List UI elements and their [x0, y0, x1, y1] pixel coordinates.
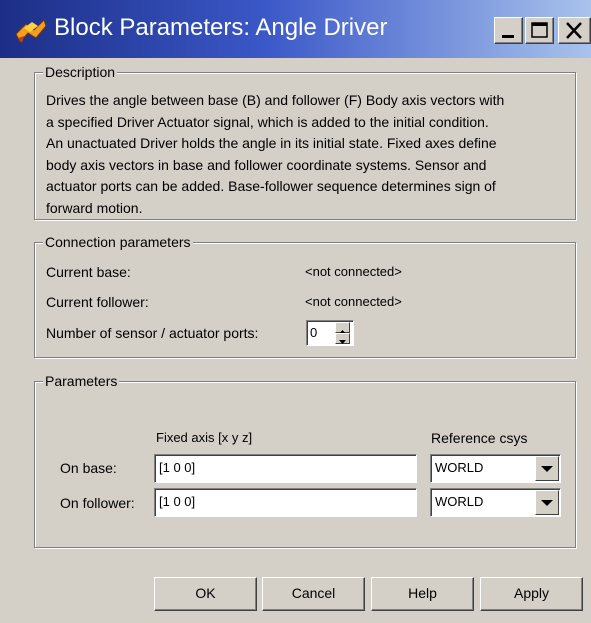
- chevron-down-icon: [541, 466, 553, 472]
- follower-csys-dropdown-button[interactable]: [535, 490, 559, 515]
- ports-stepper[interactable]: 0: [306, 320, 354, 346]
- description-line: actuator ports can be added. Base-follow…: [46, 178, 496, 195]
- reference-csys-header: Reference csys: [431, 430, 528, 446]
- follower-fixed-axis-value: [1 0 0]: [159, 494, 196, 509]
- description-group: Description Drives the angle between bas…: [34, 63, 576, 220]
- spin-down-button[interactable]: [335, 333, 350, 344]
- base-fixed-axis-value: [1 0 0]: [159, 460, 196, 475]
- chevron-down-icon: [339, 340, 346, 344]
- description-line: An unactuated Driver holds the angle in …: [46, 135, 497, 152]
- ports-label: Number of sensor / actuator ports:: [46, 325, 259, 341]
- apply-button[interactable]: Apply: [480, 577, 583, 611]
- ports-value: 0: [310, 325, 318, 340]
- on-base-label: On base:: [60, 460, 117, 476]
- fixed-axis-header: Fixed axis [x y z]: [156, 430, 253, 445]
- help-button[interactable]: Help: [371, 577, 474, 611]
- current-follower-label: Current follower:: [46, 294, 149, 310]
- description-line: Drives the angle between base (B) and fo…: [46, 92, 505, 108]
- current-base-label: Current base:: [46, 264, 131, 280]
- simulink-block-icon: [14, 16, 48, 46]
- maximize-icon: [531, 22, 548, 38]
- follower-reference-csys-select[interactable]: WORLD: [430, 488, 561, 517]
- maximize-button[interactable]: [525, 17, 554, 44]
- parameters-legend: Parameters: [43, 372, 120, 390]
- base-csys-dropdown-button[interactable]: [535, 456, 559, 481]
- cancel-button[interactable]: Cancel: [262, 577, 365, 611]
- base-reference-csys-select[interactable]: WORLD: [430, 454, 561, 483]
- on-follower-label: On follower:: [60, 495, 135, 511]
- window-title: Block Parameters: Angle Driver: [54, 14, 388, 41]
- spin-up-button[interactable]: [335, 322, 350, 334]
- close-button[interactable]: [558, 17, 591, 44]
- base-fixed-axis-input[interactable]: [1 0 0]: [154, 454, 417, 483]
- description-line: body axis vectors in base and follower c…: [46, 156, 487, 173]
- ok-button[interactable]: OK: [154, 577, 257, 611]
- base-reference-csys-value: WORLD: [435, 460, 484, 475]
- connection-parameters-group: Connection parameters Current base: <not…: [34, 233, 576, 358]
- parameters-group: Parameters Fixed axis [x y z] Reference …: [34, 372, 576, 548]
- minimize-button[interactable]: [494, 17, 523, 44]
- description-text: Drives the angle between base (B) and fo…: [46, 90, 568, 220]
- title-bar[interactable]: Block Parameters: Angle Driver: [0, 0, 591, 58]
- follower-fixed-axis-input[interactable]: [1 0 0]: [154, 488, 417, 517]
- minimize-icon: [502, 35, 514, 38]
- current-follower-value: <not connected>: [305, 294, 402, 309]
- chevron-down-icon: [541, 500, 553, 506]
- close-icon: [566, 22, 582, 39]
- current-base-value: <not connected>: [305, 264, 402, 279]
- description-line: forward motion.: [46, 199, 143, 216]
- follower-reference-csys-value: WORLD: [435, 494, 484, 509]
- description-line: a specified Driver Actuator signal, whic…: [46, 113, 489, 130]
- connection-legend: Connection parameters: [43, 233, 193, 251]
- description-legend: Description: [43, 63, 118, 81]
